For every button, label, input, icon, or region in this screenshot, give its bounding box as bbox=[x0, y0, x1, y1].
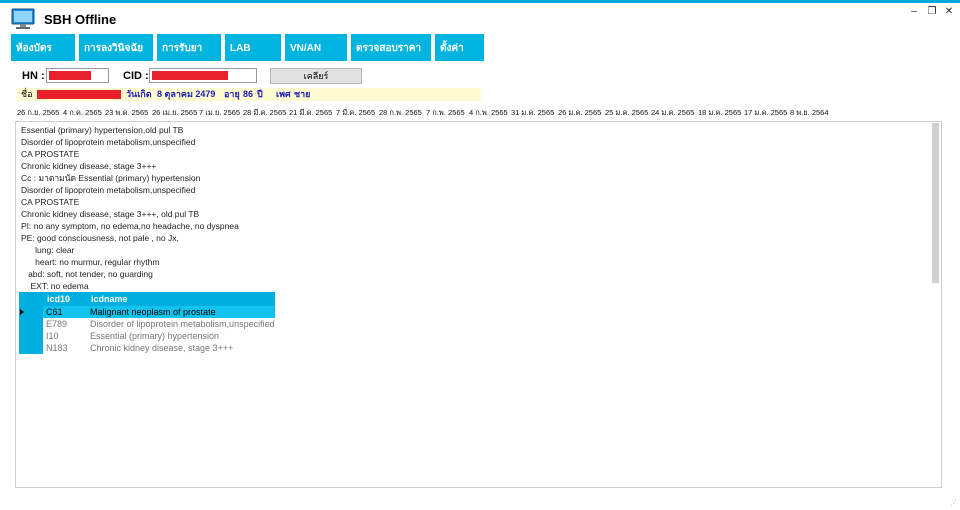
visit-tab[interactable]: 17 ม.ค. 2565 bbox=[744, 106, 787, 120]
dob-value: 8 ตุลาคม 2479 bbox=[157, 89, 216, 99]
note-line: Disorder of lipoprotein metabolism,unspe… bbox=[21, 137, 196, 147]
icdname-cell: Chronic kidney disease, stage 3+++ bbox=[90, 343, 234, 353]
table-row[interactable]: N183 Chronic kidney disease, stage 3+++ bbox=[43, 342, 275, 354]
age-label: อายุ bbox=[224, 89, 240, 99]
menu-card-room[interactable]: ห้องบัตร bbox=[11, 34, 75, 61]
hn-redaction bbox=[49, 71, 91, 80]
sex-value: ชาย bbox=[294, 89, 311, 99]
patient-info-bar: ชื่อ วันเกิด 8 ตุลาคม 2479 อายุ 86 ปี เพ… bbox=[17, 88, 481, 101]
note-line: Disorder of lipoprotein metabolism,unspe… bbox=[21, 185, 196, 195]
note-line: EXT: no edema bbox=[21, 281, 89, 291]
visit-tab[interactable]: 26 ก.ย. 2565 bbox=[17, 106, 59, 120]
visit-tab[interactable]: 18 ม.ค. 2565 bbox=[698, 106, 741, 120]
column-header-icdname[interactable]: icdname bbox=[91, 292, 128, 306]
visit-tab[interactable]: 7 ก.พ. 2565 bbox=[426, 106, 465, 120]
icd10-cell: N183 bbox=[46, 343, 68, 353]
row-header[interactable] bbox=[19, 342, 43, 354]
name-redaction bbox=[37, 90, 121, 99]
visit-tab[interactable]: 4 ก.ค. 2565 bbox=[63, 106, 102, 120]
note-line: CA PROSTATE bbox=[21, 149, 80, 159]
note-line: heart: no murmur, regular rhythm bbox=[21, 257, 160, 267]
menu-medication[interactable]: การรับยา bbox=[157, 34, 221, 61]
visit-tab[interactable]: 7 มี.ค. 2565 bbox=[336, 106, 375, 120]
hn-input[interactable] bbox=[46, 68, 109, 83]
note-line: abd: soft, not tender, no guarding bbox=[21, 269, 153, 279]
name-label: ชื่อ bbox=[21, 89, 33, 99]
age-unit: ปี bbox=[257, 89, 263, 99]
cid-label: CID : bbox=[123, 70, 149, 82]
visit-tab[interactable]: 24 ม.ค. 2565 bbox=[651, 106, 694, 120]
visit-tab[interactable]: 7 เม.ย. 2565 bbox=[199, 106, 240, 120]
visit-tab[interactable]: 31 ม.ค. 2565 bbox=[511, 106, 554, 120]
computer-app-icon bbox=[11, 8, 35, 29]
note-line: Cc : มาตามนัด Essential (primary) hypert… bbox=[21, 173, 201, 183]
note-line: PE: good consciousness, not pale , no Jx… bbox=[21, 233, 179, 243]
visit-tab[interactable]: 28 ก.พ. 2565 bbox=[379, 106, 422, 120]
menu-settings[interactable]: ตั้งค่า bbox=[435, 34, 484, 61]
menu-vn-an[interactable]: VN/AN bbox=[285, 34, 347, 61]
minimize-button[interactable]: – bbox=[907, 6, 921, 17]
vertical-scrollbar[interactable] bbox=[932, 123, 939, 283]
note-line: Chronic kidney disease, stage 3+++, old … bbox=[21, 209, 200, 219]
visit-tab[interactable]: 23 พ.ค. 2565 bbox=[105, 106, 148, 120]
table-row[interactable]: E789 Disorder of lipoprotein metabolism,… bbox=[43, 318, 275, 330]
resize-grip-icon[interactable]: ⋰ bbox=[950, 499, 957, 507]
current-row-arrow-icon bbox=[20, 309, 24, 315]
icd10-cell: C61 bbox=[46, 307, 63, 317]
visit-tab[interactable]: 26 ม.ค. 2565 bbox=[558, 106, 601, 120]
visit-tab[interactable]: 21 มี.ค. 2565 bbox=[289, 106, 332, 120]
note-line: CA PROSTATE bbox=[21, 197, 80, 207]
icdname-cell: Disorder of lipoprotein metabolism,unspe… bbox=[90, 319, 275, 329]
row-header[interactable] bbox=[19, 330, 43, 342]
note-line: PI: no any symptom, no edema,no headache… bbox=[21, 221, 239, 231]
menu-price-check[interactable]: ตรวจสอบราคา bbox=[351, 34, 431, 61]
hn-label: HN : bbox=[22, 70, 45, 82]
window-title: SBH Offline bbox=[44, 12, 117, 27]
menu-lab[interactable]: LAB bbox=[225, 34, 281, 61]
restore-button[interactable]: ❐ bbox=[925, 6, 939, 17]
clear-button[interactable]: เคลียร์ bbox=[270, 68, 362, 84]
table-row[interactable]: C61 Malignant neoplasm of prostate bbox=[43, 306, 275, 318]
dob-label: วันเกิด bbox=[126, 89, 152, 99]
age-value: 86 bbox=[243, 89, 254, 99]
table-row[interactable]: I10 Essential (primary) hypertension bbox=[43, 330, 275, 342]
icd10-cell: E789 bbox=[46, 319, 68, 329]
visit-tab[interactable]: 28 มี.ค. 2565 bbox=[243, 106, 286, 120]
column-header-icd10[interactable]: icd10 bbox=[47, 292, 70, 306]
icd10-cell: I10 bbox=[46, 331, 59, 341]
cid-input[interactable] bbox=[149, 68, 257, 83]
visit-tab[interactable]: 8 พ.ย. 2564 bbox=[790, 106, 829, 120]
visit-tab[interactable]: 26 เม.ย. 2565 bbox=[152, 106, 197, 120]
icdname-cell: Essential (primary) hypertension bbox=[90, 331, 220, 341]
menu-diagnosis[interactable]: การลงวินิจฉัย bbox=[79, 34, 153, 61]
icdname-cell: Malignant neoplasm of prostate bbox=[90, 307, 216, 317]
note-line: Chronic kidney disease, stage 3+++ bbox=[21, 161, 157, 171]
title-bar: SBH Offline – ❐ ✕ bbox=[0, 3, 960, 31]
diagnosis-grid-header: icd10 icdname bbox=[19, 292, 275, 306]
cid-redaction bbox=[152, 71, 228, 80]
visit-tab[interactable]: 4 ก.พ. 2565 bbox=[469, 106, 508, 120]
visit-tab[interactable]: 25 ม.ค. 2565 bbox=[605, 106, 648, 120]
sex-label: เพศ bbox=[276, 89, 291, 99]
note-line: Essential (primary) hypertension,old pul… bbox=[21, 125, 184, 135]
close-button[interactable]: ✕ bbox=[942, 6, 956, 17]
note-line: lung: clear bbox=[21, 245, 75, 255]
row-header[interactable] bbox=[19, 318, 43, 330]
